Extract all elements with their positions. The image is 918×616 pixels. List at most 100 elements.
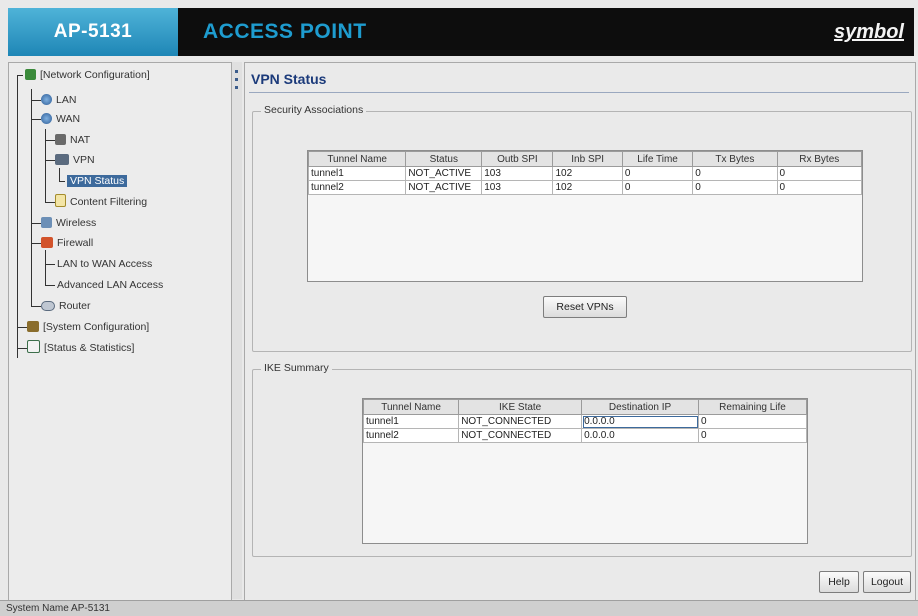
table-cell: 0 xyxy=(621,166,694,181)
tree-line xyxy=(59,168,60,181)
grip-dot xyxy=(235,70,238,73)
table-header-row: Tunnel Name Status Outb SPI Inb SPI Life… xyxy=(307,151,863,167)
logout-button[interactable]: Logout xyxy=(863,571,911,593)
column-header[interactable]: Tunnel Name xyxy=(362,399,460,415)
help-button[interactable]: Help xyxy=(819,571,859,593)
column-header[interactable]: Destination IP xyxy=(581,399,700,415)
nav-item-wan[interactable]: WAN xyxy=(41,110,80,128)
column-header[interactable]: Status xyxy=(405,151,483,167)
table-row[interactable]: tunnel2 NOT_CONNECTED 0.0.0.0 0 xyxy=(362,428,807,443)
column-header[interactable]: Inb SPI xyxy=(552,151,623,167)
ike-summary-table: Tunnel Name IKE State Destination IP Rem… xyxy=(362,399,807,443)
grip-dot xyxy=(235,86,238,89)
tree-line xyxy=(31,89,32,307)
table-cell: 0 xyxy=(698,428,807,443)
security-associations-group: Security Associations Tunnel Name Status… xyxy=(252,104,912,352)
tree-branch xyxy=(45,264,55,265)
tree-branch xyxy=(17,75,23,76)
table-cell: NOT_CONNECTED xyxy=(458,428,583,443)
tree-branch xyxy=(45,160,55,161)
nav-item-vpn-status[interactable]: VPN Status xyxy=(67,172,128,190)
nav-item-firewall[interactable]: Firewall xyxy=(41,234,93,252)
table-cell: 0 xyxy=(776,180,863,195)
nav-item-lan-to-wan-access[interactable]: LAN to WAN Access xyxy=(57,255,152,273)
tree-branch xyxy=(31,306,41,307)
nav-item-label: Advanced LAN Access xyxy=(57,279,164,291)
table-cell: 0 xyxy=(776,166,863,181)
table-cell: 102 xyxy=(552,180,623,195)
nav-item-lan[interactable]: LAN xyxy=(41,91,76,109)
nav-item-status-statistics[interactable]: [Status & Statistics] xyxy=(27,339,134,357)
table-cell: 0.0.0.0 xyxy=(581,414,700,429)
tree-branch xyxy=(17,348,27,349)
table-row[interactable]: tunnel1 NOT_ACTIVE 103 102 0 0 0 xyxy=(307,166,863,181)
tree-line xyxy=(45,250,46,286)
nav-item-wireless[interactable]: Wireless xyxy=(41,214,96,232)
nav-item-content-filtering[interactable]: Content Filtering xyxy=(55,193,147,211)
model-name: AP-5131 xyxy=(8,8,178,56)
table-cell: 103 xyxy=(481,180,554,195)
nav-item-label: LAN xyxy=(56,94,77,106)
nav-item-advanced-lan-access[interactable]: Advanced LAN Access xyxy=(57,276,163,294)
nav-item-label: [Network Configuration] xyxy=(40,69,150,81)
table-cell: NOT_ACTIVE xyxy=(405,180,483,195)
status-bar: System Name AP-5131 xyxy=(0,600,918,615)
table-cell: 0 xyxy=(621,180,694,195)
app-window: AP-5131 ACCESS POINT symbol [Network Con… xyxy=(0,0,918,615)
table-cell: 0 xyxy=(698,414,807,429)
table-cell: tunnel2 xyxy=(362,428,460,443)
nav-item-network-configuration[interactable]: [Network Configuration] xyxy=(25,66,150,84)
splitter-handle[interactable] xyxy=(232,62,242,599)
tree-branch xyxy=(31,243,41,244)
nav-item-label: Wireless xyxy=(56,217,97,229)
network-icon xyxy=(25,69,36,80)
nav-item-label: [System Configuration] xyxy=(43,321,150,333)
nav-item-label: VPN xyxy=(73,154,95,166)
system-config-icon xyxy=(27,321,39,332)
table-cell: 0 xyxy=(692,180,778,195)
security-associations-table: Tunnel Name Status Outb SPI Inb SPI Life… xyxy=(307,151,863,195)
nav-item-router[interactable]: Router xyxy=(41,297,91,315)
header-banner: AP-5131 ACCESS POINT symbol xyxy=(8,8,914,56)
security-associations-table-container: Tunnel Name Status Outb SPI Inb SPI Life… xyxy=(307,150,863,282)
nav-item-system-configuration[interactable]: [System Configuration] xyxy=(27,318,149,336)
nav-item-label: NAT xyxy=(70,134,91,146)
group-label: IKE Summary xyxy=(261,362,332,374)
nav-item-label: Content Filtering xyxy=(70,196,148,208)
table-cell: NOT_ACTIVE xyxy=(405,166,483,181)
navigation-tree: [Network Configuration] LAN WAN NAT VPN … xyxy=(8,62,232,601)
filter-icon xyxy=(55,194,66,207)
reset-vpns-button[interactable]: Reset VPNs xyxy=(543,296,627,318)
column-header[interactable]: Rx Bytes xyxy=(776,151,863,167)
column-header[interactable]: Tx Bytes xyxy=(692,151,778,167)
wireless-icon xyxy=(41,217,52,228)
column-header[interactable]: Life Time xyxy=(621,151,694,167)
statistics-icon xyxy=(27,340,40,353)
brand-logo: symbol xyxy=(833,21,904,43)
main-panel: VPN Status Security Associations Tunnel … xyxy=(244,62,916,601)
nav-item-nat[interactable]: NAT xyxy=(55,131,90,149)
table-row[interactable]: tunnel2 NOT_ACTIVE 103 102 0 0 0 xyxy=(307,180,863,195)
tree-branch xyxy=(45,202,55,203)
title-divider xyxy=(249,92,909,93)
table-cell: 0 xyxy=(692,166,778,181)
nav-item-label: VPN Status xyxy=(67,175,128,187)
table-cell: 103 xyxy=(481,166,554,181)
table-cell: 0.0.0.0 xyxy=(581,428,700,443)
tree-branch xyxy=(31,223,41,224)
table-cell: 102 xyxy=(552,166,623,181)
nat-icon xyxy=(55,134,66,145)
column-header[interactable]: IKE State xyxy=(458,399,583,415)
column-header[interactable]: Remaining Life xyxy=(698,399,807,415)
product-title: ACCESS POINT xyxy=(203,20,367,43)
column-header[interactable]: Outb SPI xyxy=(481,151,554,167)
nav-item-vpn[interactable]: VPN xyxy=(55,151,95,169)
tree-line xyxy=(17,75,18,358)
table-row[interactable]: tunnel1 NOT_CONNECTED 0.0.0.0 0 xyxy=(362,414,807,429)
table-cell: tunnel2 xyxy=(307,180,407,195)
ike-summary-table-container: Tunnel Name IKE State Destination IP Rem… xyxy=(362,398,808,544)
table-cell: NOT_CONNECTED xyxy=(458,414,583,429)
column-header[interactable]: Tunnel Name xyxy=(307,151,407,167)
table-cell: tunnel1 xyxy=(307,166,407,181)
vpn-icon xyxy=(55,154,69,165)
